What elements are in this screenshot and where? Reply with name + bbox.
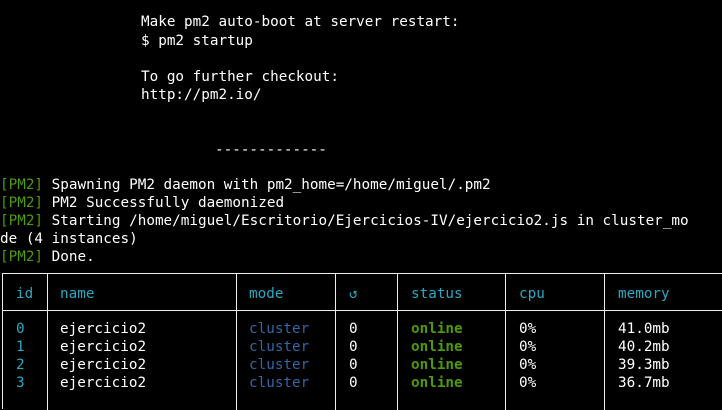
row-restarts: 0 bbox=[349, 357, 358, 373]
column-divider bbox=[397, 274, 398, 410]
row-name: ejercicio2 bbox=[60, 321, 147, 337]
row-status: online bbox=[411, 339, 463, 355]
row-mode: cluster bbox=[249, 357, 310, 373]
row-mode: cluster bbox=[249, 375, 310, 391]
header-status: status bbox=[411, 286, 463, 302]
row-name: ejercicio2 bbox=[60, 339, 147, 355]
row-id: 1 bbox=[16, 339, 25, 355]
row-restarts: 0 bbox=[349, 375, 358, 391]
pm2-tag: [PM2] bbox=[0, 213, 44, 229]
header-divider bbox=[3, 310, 722, 311]
column-divider bbox=[236, 274, 237, 410]
log-text: Done. bbox=[43, 249, 95, 265]
pm2-tag: [PM2] bbox=[0, 195, 44, 211]
header-mode: mode bbox=[249, 286, 284, 302]
row-mode: cluster bbox=[249, 339, 310, 355]
row-name: ejercicio2 bbox=[60, 375, 147, 391]
further-url: http://pm2.io/ bbox=[141, 87, 262, 103]
row-memory: 40.2mb bbox=[618, 339, 670, 355]
row-cpu: 0% bbox=[519, 339, 537, 355]
log-text: Starting /home/miguel/Escritorio/Ejercic… bbox=[43, 213, 689, 229]
row-memory: 39.3mb bbox=[618, 357, 670, 373]
row-restarts: 0 bbox=[349, 321, 358, 337]
row-memory: 36.7mb bbox=[618, 375, 670, 391]
row-memory: 41.0mb bbox=[618, 321, 670, 337]
row-cpu: 0% bbox=[519, 321, 537, 337]
startup-heading: Make pm2 auto-boot at server restart: bbox=[141, 14, 460, 30]
header-memory: memory bbox=[618, 286, 670, 302]
header-name: name bbox=[60, 286, 95, 302]
process-table: id name mode ↺ status cpu memory 0 ejerc… bbox=[2, 273, 722, 410]
pm2-tag: [PM2] bbox=[0, 249, 44, 265]
startup-command: $ pm2 startup bbox=[141, 33, 253, 49]
row-id: 0 bbox=[16, 321, 25, 337]
log-line-done: [PM2] Done. bbox=[0, 248, 95, 266]
log-wrap-continuation: de (4 instances) bbox=[0, 231, 138, 247]
column-divider bbox=[505, 274, 506, 410]
header-id: id bbox=[16, 286, 34, 302]
row-id: 3 bbox=[16, 375, 25, 391]
row-status: online bbox=[411, 375, 463, 391]
log-line: [PM2] Spawning PM2 daemon with pm2_home=… bbox=[0, 176, 491, 194]
row-mode: cluster bbox=[249, 321, 310, 337]
header-cpu: cpu bbox=[519, 286, 545, 302]
log-line: [PM2] Starting /home/miguel/Escritorio/E… bbox=[0, 212, 689, 230]
row-cpu: 0% bbox=[519, 357, 537, 373]
column-divider bbox=[47, 274, 48, 410]
row-status: online bbox=[411, 357, 463, 373]
pm2-tag: [PM2] bbox=[0, 177, 44, 193]
column-divider bbox=[604, 274, 605, 410]
row-name: ejercicio2 bbox=[60, 357, 147, 373]
separator: ------------- bbox=[215, 142, 327, 158]
log-text: Spawning PM2 daemon with pm2_home=/home/… bbox=[43, 177, 491, 193]
row-id: 2 bbox=[16, 357, 25, 373]
row-status: online bbox=[411, 321, 463, 337]
row-restarts: 0 bbox=[349, 339, 358, 355]
log-line: [PM2] PM2 Successfully daemonized bbox=[0, 194, 284, 212]
row-cpu: 0% bbox=[519, 375, 537, 391]
log-text: PM2 Successfully daemonized bbox=[43, 195, 285, 211]
column-divider bbox=[335, 274, 336, 410]
further-heading: To go further checkout: bbox=[141, 69, 339, 85]
header-restarts-icon: ↺ bbox=[349, 286, 358, 302]
